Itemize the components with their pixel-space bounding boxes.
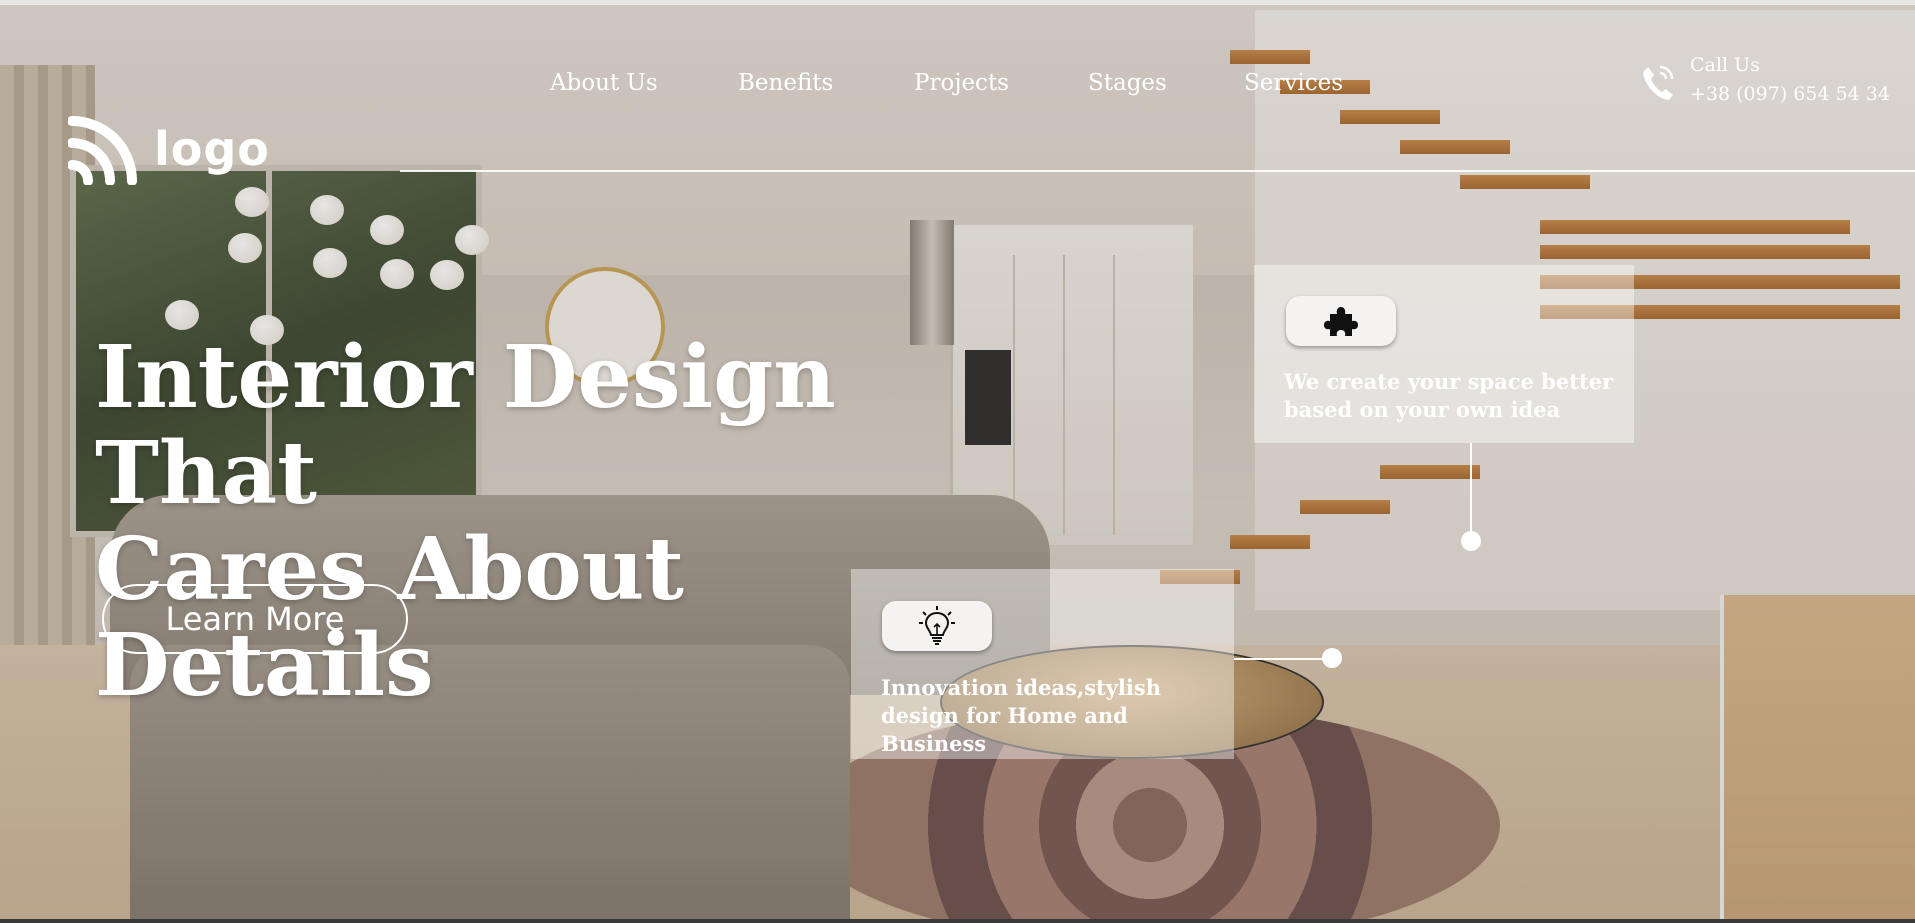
nav-about-us[interactable]: About Us bbox=[550, 70, 658, 96]
call-us-label: Call Us bbox=[1690, 54, 1760, 76]
puzzle-badge bbox=[1286, 296, 1396, 346]
logo-arcs-icon bbox=[67, 113, 140, 186]
nav-projects[interactable]: Projects bbox=[914, 70, 1009, 96]
site-logo[interactable]: logo bbox=[67, 113, 270, 186]
card-connector-line bbox=[1234, 658, 1332, 660]
feature-text-idea: We create your space better based on you… bbox=[1284, 369, 1614, 422]
call-us-block[interactable]: Call Us +38 (097) 654 54 34 bbox=[1640, 51, 1890, 109]
card-connector-line bbox=[1470, 443, 1472, 541]
nav-services[interactable]: Services bbox=[1244, 70, 1343, 96]
lightbulb-icon bbox=[919, 606, 955, 645]
feature-card-innovation: Innovation ideas,stylish design for Home… bbox=[851, 569, 1234, 759]
phone-number[interactable]: +38 (097) 654 54 34 bbox=[1690, 80, 1890, 109]
header-divider bbox=[400, 170, 1915, 172]
hotspot-dot[interactable] bbox=[1322, 648, 1342, 668]
feature-text-innovation: Innovation ideas,stylish design for Home… bbox=[881, 675, 1161, 756]
feature-card-idea: We create your space better based on you… bbox=[1254, 265, 1634, 443]
hero-title-line-1: Interior Design That bbox=[95, 327, 836, 524]
learn-more-button[interactable]: Learn More bbox=[102, 584, 408, 654]
nav-benefits[interactable]: Benefits bbox=[738, 70, 833, 96]
lightbulb-badge bbox=[882, 601, 992, 651]
phone-icon bbox=[1640, 63, 1676, 103]
puzzle-icon bbox=[1324, 307, 1358, 336]
logo-text: logo bbox=[154, 122, 270, 176]
nav-stages[interactable]: Stages bbox=[1088, 70, 1167, 96]
hotspot-dot[interactable] bbox=[1461, 531, 1481, 551]
bottom-edge bbox=[0, 919, 1915, 923]
